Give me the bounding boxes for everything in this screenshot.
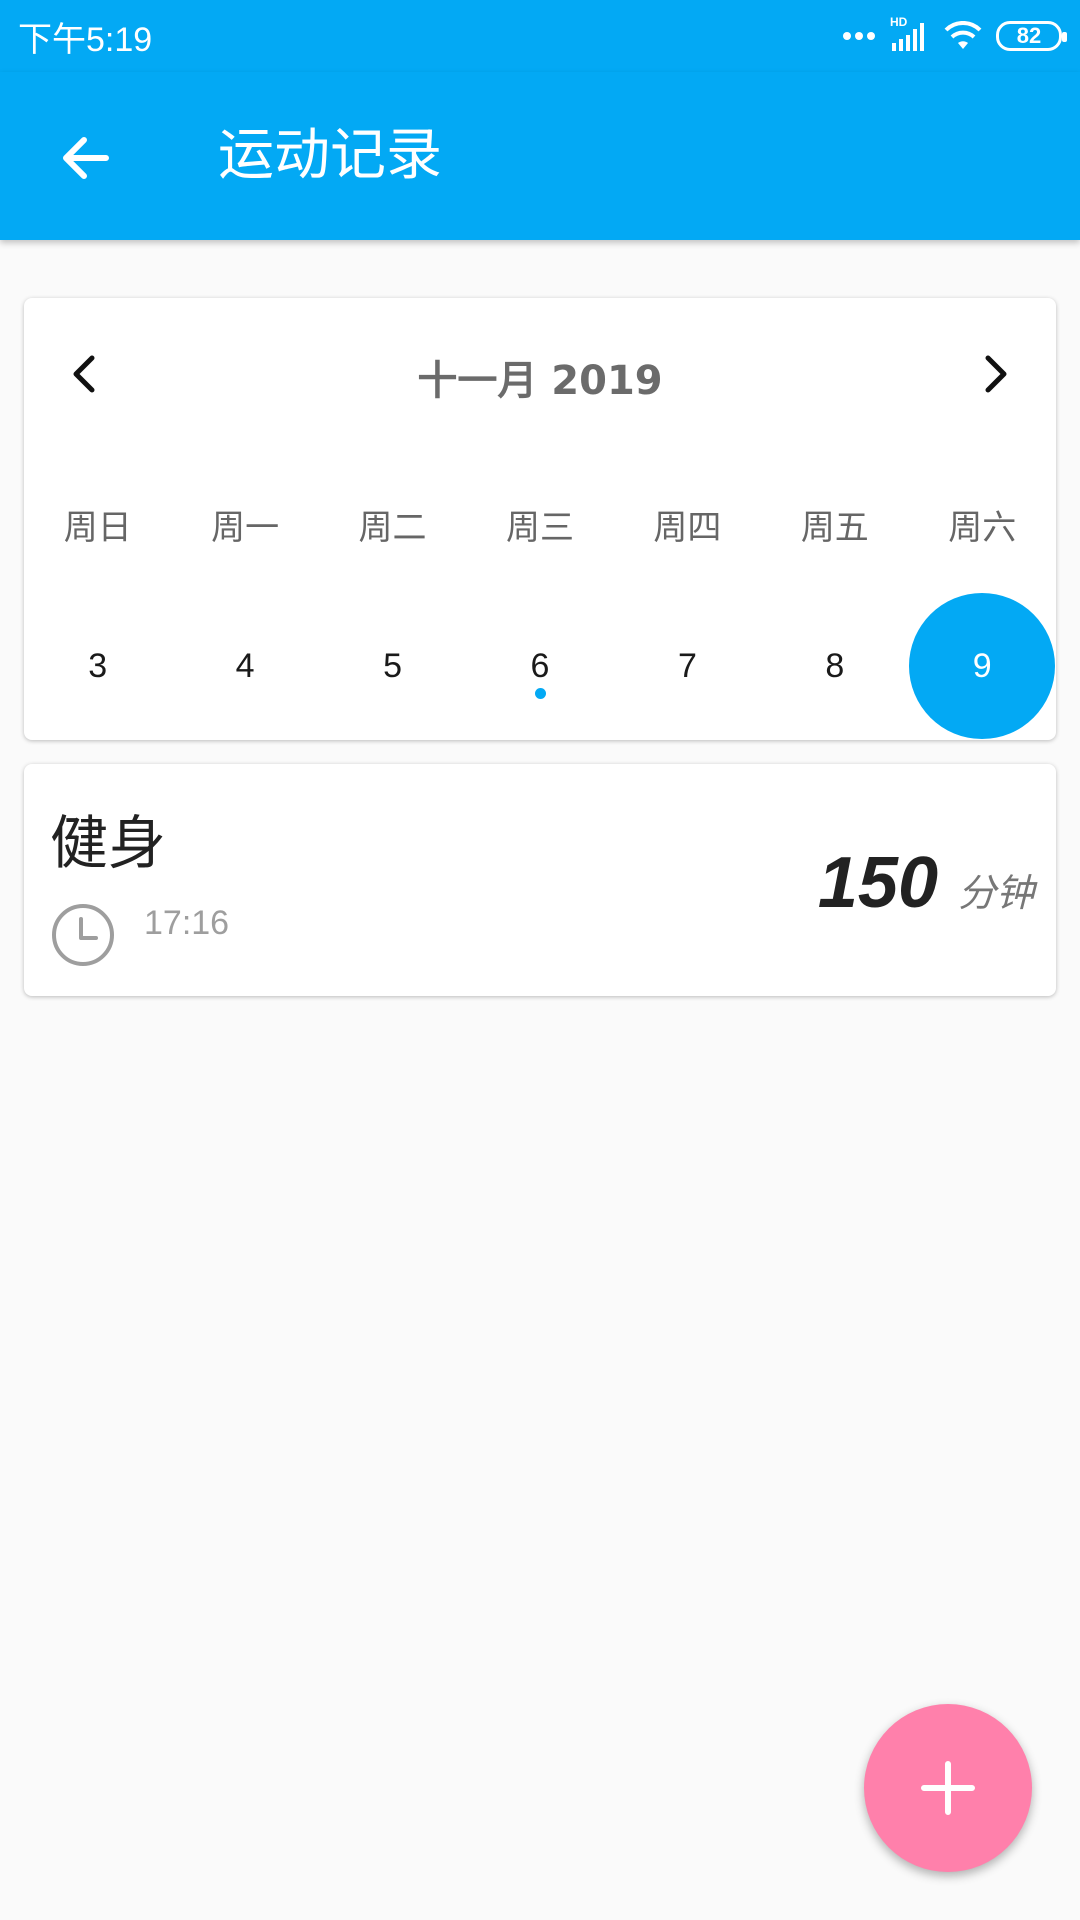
calendar-day[interactable]: 3: [24, 592, 171, 740]
plus-icon: [921, 1761, 975, 1815]
calendar-day-selected[interactable]: 9: [909, 592, 1056, 740]
arrow-left-icon: [63, 137, 109, 179]
calendar-day[interactable]: 7: [614, 592, 761, 740]
weekday-fri: 周五: [800, 508, 869, 548]
weekday-row: 周日 周一 周二 周三 周四 周五 周六: [24, 498, 1056, 558]
back-button[interactable]: [48, 122, 120, 194]
calendar-month-label: 十一月 2019: [417, 358, 663, 404]
weekday-sun: 周日: [63, 508, 132, 548]
network-type-label: HD: [890, 15, 908, 29]
day-number: 5: [383, 646, 403, 685]
status-bar: 下午5:19 HD 82: [0, 0, 1080, 72]
calendar-day[interactable]: 5: [319, 592, 466, 740]
day-number: 9: [972, 646, 992, 685]
record-indicator-dot: [534, 688, 546, 699]
wifi-icon: [944, 21, 982, 49]
record-duration-unit: 分钟: [957, 871, 1034, 915]
chevron-right-icon: [985, 355, 1007, 393]
status-icons: HD 82: [842, 15, 1067, 53]
day-number: 6: [530, 646, 550, 685]
weekday-sat: 周六: [948, 508, 1017, 548]
days-row: 3 4 5 6 7 8 9: [24, 592, 1056, 740]
app-bar: 运动记录: [0, 72, 1080, 240]
weekday-wed: 周三: [505, 508, 574, 548]
calendar-day[interactable]: 6: [466, 592, 613, 740]
calendar-card: 十一月 2019 周日 周一 周二 周三 周四 周五 周六 3 4 5 6 7: [24, 298, 1056, 740]
day-number: 7: [677, 646, 697, 685]
weekday-mon: 周一: [211, 508, 280, 548]
weekday-tue: 周二: [358, 508, 427, 548]
record-card[interactable]: 健身 17:16 150 分钟: [24, 764, 1056, 996]
calendar-day[interactable]: 4: [171, 592, 318, 740]
day-number: 8: [825, 646, 845, 685]
signal-icon: HD: [890, 15, 930, 53]
record-title: 健身: [50, 809, 167, 877]
day-number: 4: [235, 646, 255, 685]
battery-level: 82: [1016, 23, 1042, 48]
record-time: 17:16: [144, 904, 230, 942]
day-number: 3: [88, 646, 108, 685]
page-title: 运动记录: [218, 123, 442, 188]
calendar-day[interactable]: 8: [761, 592, 908, 740]
add-record-button[interactable]: [864, 1704, 1032, 1872]
next-month-button[interactable]: [960, 338, 1032, 410]
status-time: 下午5:19: [18, 20, 153, 59]
record-duration-value: 150: [817, 843, 938, 923]
clock-icon: [52, 904, 114, 966]
weekday-thu: 周四: [653, 508, 722, 548]
dots-icon: [843, 32, 875, 40]
battery-icon: 82: [996, 21, 1067, 51]
